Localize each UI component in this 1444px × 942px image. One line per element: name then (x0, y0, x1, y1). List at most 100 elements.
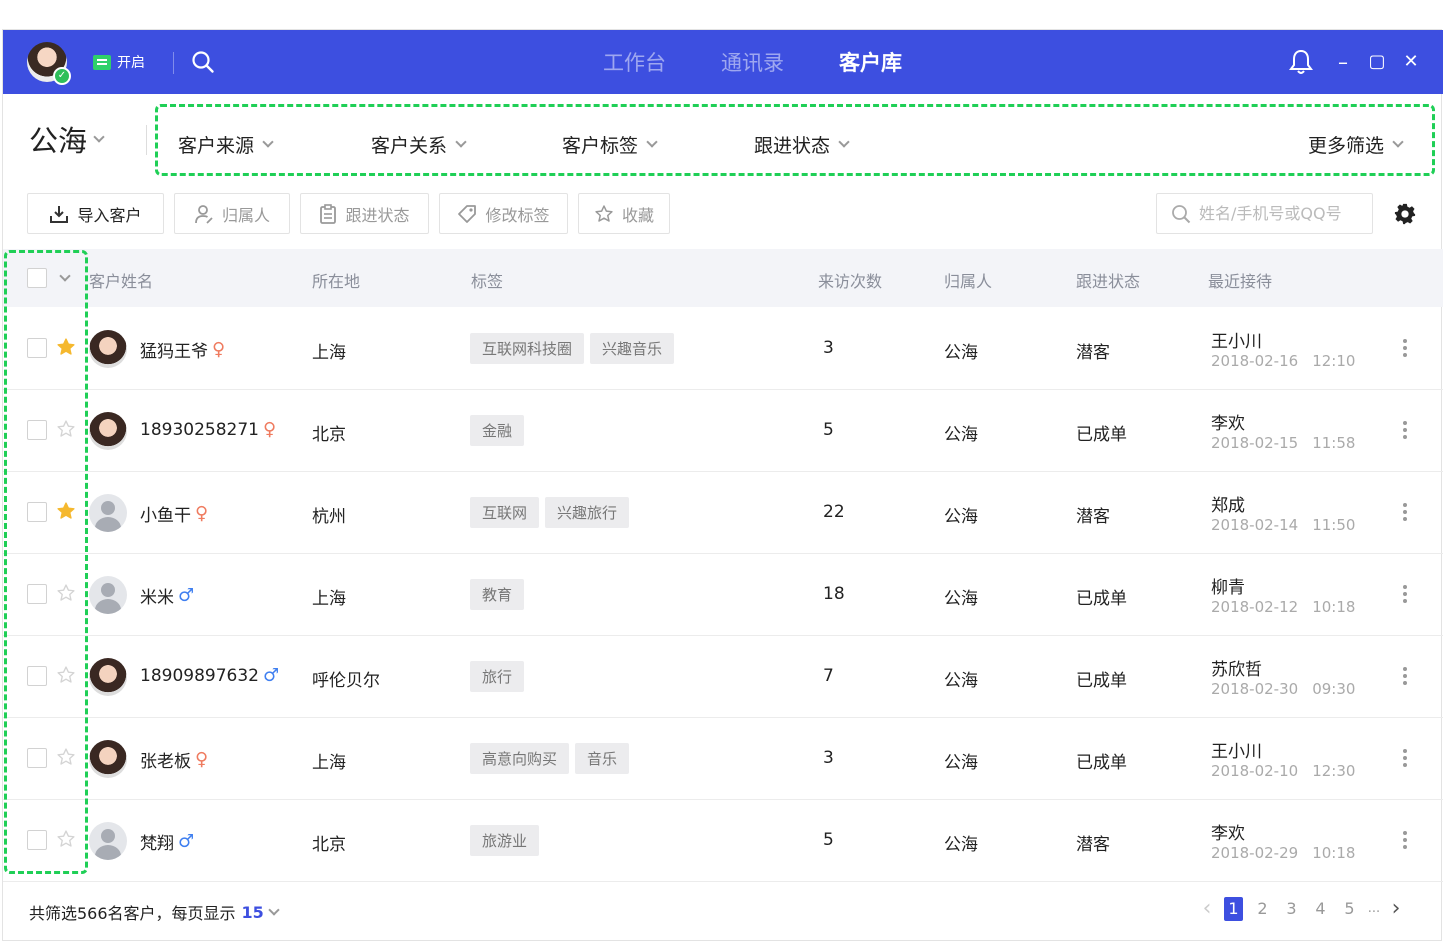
search-icon[interactable] (191, 50, 215, 74)
chat-toggle[interactable]: 开启 (93, 52, 145, 72)
visit-count: 5 (823, 830, 834, 850)
filter-relation[interactable]: 客户关系 (371, 131, 467, 158)
follow-status-button[interactable]: 跟进状态 (300, 193, 429, 234)
customer-owner: 公海 (944, 425, 978, 445)
customer-name[interactable]: 猛犸王爷 ♀ (140, 337, 225, 362)
tag-chip: 旅游业 (470, 825, 540, 856)
import-customers-button[interactable]: 导入客户 (27, 193, 164, 234)
minimize-button[interactable]: – (1331, 50, 1355, 74)
next-page-button[interactable]: › (1384, 896, 1408, 921)
more-actions-icon[interactable] (1397, 336, 1413, 362)
star-filled-icon[interactable] (56, 337, 76, 357)
customer-avatar (89, 494, 127, 532)
maximize-button[interactable]: ▢ (1365, 50, 1389, 74)
filter-source[interactable]: 客户来源 (178, 131, 274, 158)
edit-tags-button[interactable]: 修改标签 (439, 193, 568, 234)
last-receiver: 郑成 (1211, 496, 1245, 516)
star-outline-icon[interactable] (56, 419, 76, 439)
filter-follow-status[interactable]: 跟进状态 (754, 131, 850, 158)
customer-name[interactable]: 18930258271 ♀ (140, 419, 276, 440)
scope-label: 公海 (29, 124, 88, 158)
page-3[interactable]: 3 (1277, 899, 1306, 918)
tab-customers[interactable]: 客户库 (839, 47, 902, 77)
bell-icon[interactable] (1288, 48, 1314, 76)
page-2[interactable]: 2 (1248, 899, 1277, 918)
table-row[interactable]: 米米 ♂ 上海 教育 18 公海 已成单 柳青 2018-02-12 10:18 (3, 554, 1443, 636)
page-size-select[interactable]: 15 (242, 903, 264, 922)
visit-count: 3 (823, 748, 834, 768)
customer-avatar (89, 658, 127, 696)
filter-tags[interactable]: 客户标签 (562, 131, 658, 158)
row-checkbox[interactable] (27, 584, 47, 604)
table-row[interactable]: 张老板 ♀ 上海 高意向购买 音乐 3 公海 已成单 王小川 2018-02-10 12:30 (3, 718, 1443, 800)
customer-search[interactable] (1156, 193, 1373, 234)
scope-selector[interactable]: 公海 (29, 118, 105, 160)
star-outline-icon[interactable] (56, 665, 76, 685)
customer-name-text: 张老板 (140, 752, 191, 772)
table-row[interactable]: 小鱼干 ♀ 杭州 互联网 兴趣旅行 22 公海 潜客 郑成 2018-02-14 11:50 (3, 472, 1443, 554)
customer-tags: 高意向购买 音乐 (470, 743, 630, 774)
table-row[interactable]: 18930258271 ♀ 北京 金融 5 公海 已成单 李欢 2018-02-15 11:58 (3, 390, 1443, 472)
tab-contacts[interactable]: 通讯录 (721, 47, 784, 77)
header-location: 所在地 (312, 272, 361, 291)
more-actions-icon[interactable] (1397, 828, 1413, 854)
gear-icon[interactable] (1394, 203, 1416, 225)
more-actions-icon[interactable] (1397, 664, 1413, 690)
customer-avatar (89, 740, 127, 778)
select-all-checkbox[interactable] (27, 268, 47, 288)
table-row[interactable]: 18909897632 ♂ 呼伦贝尔 旅行 7 公海 已成单 苏欣哲 2018-02-30 09:… (3, 636, 1443, 718)
last-reception-time: 2018-02-12 10:18 (1211, 598, 1355, 616)
star-outline-icon[interactable] (56, 747, 76, 767)
customer-owner: 公海 (944, 589, 978, 609)
follow-status: 潜客 (1076, 343, 1110, 363)
chevron-down-icon[interactable] (268, 903, 280, 916)
tag-chip: 互联网 (470, 497, 540, 528)
page-5[interactable]: 5 (1335, 899, 1364, 918)
row-checkbox[interactable] (27, 338, 47, 358)
customer-name[interactable]: 梵翔 ♂ (140, 829, 194, 854)
customer-tags: 旅游业 (470, 825, 540, 856)
row-checkbox[interactable] (27, 748, 47, 768)
footer-summary: 共筛选566名客户，每页显示 15 (29, 900, 280, 924)
page-4[interactable]: 4 (1306, 899, 1335, 918)
star-outline-icon[interactable] (56, 583, 76, 603)
more-actions-icon[interactable] (1397, 582, 1413, 608)
reception-clock: 11:58 (1312, 434, 1356, 452)
customer-name-text: 18930258271 (140, 419, 259, 440)
owner-button[interactable]: 归属人 (174, 193, 290, 234)
reception-date: 2018-02-30 (1211, 680, 1299, 698)
star-outline-icon (595, 204, 613, 222)
favorite-button[interactable]: 收藏 (578, 193, 670, 234)
row-checkbox[interactable] (27, 420, 47, 440)
table-row[interactable]: 梵翔 ♂ 北京 旅游业 5 公海 潜客 李欢 2018-02-29 10:18 (3, 800, 1443, 882)
filter-tags-label: 客户标签 (562, 135, 639, 157)
row-checkbox[interactable] (27, 830, 47, 850)
user-avatar[interactable]: ✓ (27, 42, 71, 85)
star-outline-icon[interactable] (56, 829, 76, 849)
follow-status: 已成单 (1076, 753, 1127, 773)
customer-name[interactable]: 18909897632 ♂ (140, 665, 279, 686)
tab-workbench[interactable]: 工作台 (603, 47, 666, 77)
page-1[interactable]: 1 (1224, 896, 1243, 921)
table-row[interactable]: 猛犸王爷 ♀ 上海 互联网科技圈 兴趣音乐 3 公海 潜客 王小川 2018-02-16 12:10 (3, 308, 1443, 390)
customer-name[interactable]: 张老板 ♀ (140, 747, 208, 772)
row-checkbox[interactable] (27, 666, 47, 686)
row-checkbox[interactable] (27, 502, 47, 522)
customer-search-input[interactable] (1199, 204, 1369, 223)
filter-more-label: 更多筛选 (1308, 135, 1385, 157)
filter-more[interactable]: 更多筛选 (1308, 131, 1404, 158)
header-status: 跟进状态 (1076, 272, 1141, 291)
prev-page-button[interactable]: ‹ (1195, 896, 1219, 921)
chevron-down-icon[interactable] (59, 270, 71, 282)
customer-location: 北京 (312, 835, 346, 855)
more-actions-icon[interactable] (1397, 746, 1413, 772)
customer-name[interactable]: 米米 ♂ (140, 583, 194, 608)
customer-location: 上海 (312, 343, 346, 363)
chevron-down-icon (262, 136, 274, 148)
more-actions-icon[interactable] (1397, 500, 1413, 526)
close-button[interactable]: ✕ (1399, 50, 1423, 74)
customer-owner: 公海 (944, 343, 978, 363)
customer-name[interactable]: 小鱼干 ♀ (140, 501, 208, 526)
star-filled-icon[interactable] (56, 501, 76, 521)
more-actions-icon[interactable] (1397, 418, 1413, 444)
